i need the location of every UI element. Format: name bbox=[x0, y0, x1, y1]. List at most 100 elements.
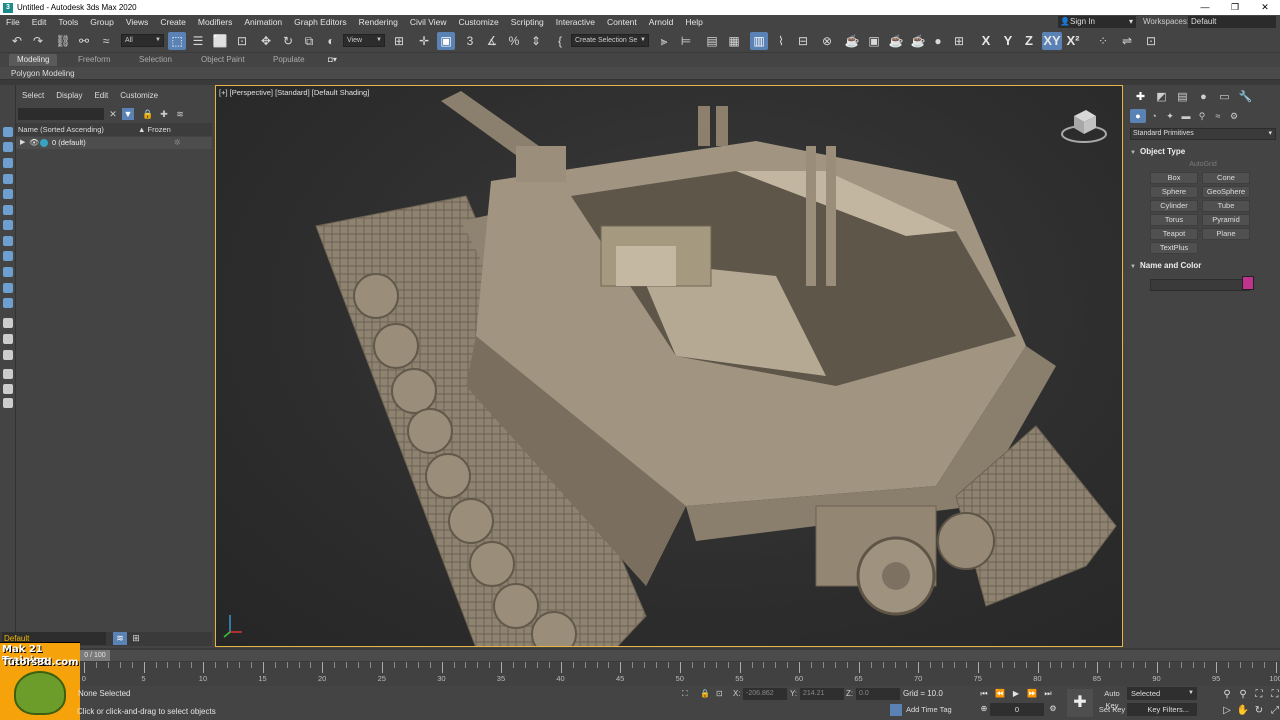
select-object-icon[interactable]: ⬚ bbox=[168, 32, 186, 50]
time-slider[interactable]: 0 / 100 bbox=[80, 650, 1280, 661]
toggle-ribbon-icon[interactable]: ▥ bbox=[750, 32, 768, 50]
zoom-extents-icon[interactable]: ⛶ bbox=[1252, 688, 1266, 702]
sphere-button[interactable]: Sphere bbox=[1150, 186, 1198, 198]
tab-selection[interactable]: Selection bbox=[131, 54, 180, 66]
shapes-icon[interactable]: ◔ bbox=[1146, 109, 1162, 123]
go-to-start-icon[interactable]: ⏮ bbox=[977, 688, 991, 700]
toggle-layer-explorer-icon[interactable]: ▦ bbox=[725, 32, 743, 50]
torus-button[interactable]: Torus bbox=[1150, 214, 1198, 226]
pyramid-button[interactable]: Pyramid bbox=[1202, 214, 1250, 226]
lights-icon[interactable]: ✦ bbox=[1162, 109, 1178, 123]
menu-interactive[interactable]: Interactive bbox=[550, 15, 601, 29]
redo-icon[interactable]: ↷ bbox=[29, 32, 47, 50]
menu-scripting[interactable]: Scripting bbox=[505, 15, 550, 29]
object-type-rollout[interactable]: ▼ Object Type bbox=[1130, 145, 1276, 158]
align-icon[interactable]: ⊨ bbox=[677, 32, 695, 50]
menu-modifiers[interactable]: Modifiers bbox=[192, 15, 238, 29]
move-icon[interactable]: ✥ bbox=[257, 32, 275, 50]
primitive-category-select[interactable]: Standard Primitives ▾ bbox=[1130, 128, 1276, 140]
textplus-button[interactable]: TextPlus bbox=[1150, 242, 1198, 254]
container-icon[interactable]: ⊡ bbox=[1142, 32, 1160, 50]
column-name[interactable]: Name (Sorted Ascending) bbox=[18, 123, 104, 136]
axis-constraint-xz[interactable]: X² bbox=[1064, 32, 1082, 50]
expand-icon[interactable]: ▶ bbox=[20, 137, 25, 149]
scene-search-input[interactable] bbox=[18, 108, 104, 120]
display-space-warps-icon[interactable] bbox=[3, 236, 13, 246]
z-coordinate-field[interactable]: 0.0 bbox=[856, 688, 900, 700]
freeze-icon[interactable]: ✲ bbox=[174, 137, 181, 149]
selection-lock-icon[interactable]: 🔒 bbox=[700, 689, 710, 698]
workspace-select[interactable]: Default bbox=[1188, 16, 1276, 28]
plane-button[interactable]: Plane bbox=[1202, 228, 1250, 240]
menu-content[interactable]: Content bbox=[601, 15, 643, 29]
menu-graph-editors[interactable]: Graph Editors bbox=[288, 15, 352, 29]
key-filters-button[interactable]: Key Filters... bbox=[1127, 703, 1197, 716]
add-layer-icon[interactable]: ✚ bbox=[158, 108, 170, 120]
name-color-rollout[interactable]: ▼ Name and Color bbox=[1130, 259, 1276, 272]
scene-menu-display[interactable]: Display bbox=[50, 89, 88, 103]
tube-button[interactable]: Tube bbox=[1202, 200, 1250, 212]
go-to-end-icon[interactable]: ⏭ bbox=[1041, 688, 1055, 700]
viewport-label[interactable]: [+] [Perspective] [Standard] [Default Sh… bbox=[219, 88, 369, 97]
scale-icon[interactable]: ⧉ bbox=[300, 32, 318, 50]
axis-constraint-y[interactable]: Y bbox=[999, 32, 1017, 50]
scene-explorer-icon[interactable]: ⊞ bbox=[129, 632, 143, 645]
angle-snap-icon[interactable]: ∡ bbox=[483, 32, 501, 50]
set-key-button[interactable]: Set Key bbox=[1097, 704, 1127, 716]
filter-icon[interactable] bbox=[3, 369, 13, 379]
unlink-icon[interactable]: ⚯ bbox=[75, 32, 93, 50]
grid-icon[interactable]: ⊞ bbox=[950, 32, 968, 50]
previous-frame-icon[interactable]: ⏪ bbox=[993, 688, 1007, 700]
box-button[interactable]: Box bbox=[1150, 172, 1198, 184]
current-frame-field[interactable]: 0 bbox=[990, 703, 1044, 716]
tab-freeform[interactable]: Freeform bbox=[70, 54, 118, 66]
menu-customize[interactable]: Customize bbox=[453, 15, 505, 29]
select-by-name-icon[interactable]: ☰ bbox=[189, 32, 207, 50]
tab-modeling[interactable]: Modeling bbox=[9, 54, 58, 66]
display-lights-icon[interactable] bbox=[3, 189, 13, 199]
pan-icon[interactable]: ✋ bbox=[1236, 704, 1250, 718]
display-frozen-icon[interactable] bbox=[3, 318, 13, 328]
display-tab-icon[interactable]: ▭ bbox=[1214, 89, 1235, 105]
perspective-viewport[interactable]: [+] [Perspective] [Standard] [Default Sh… bbox=[215, 85, 1123, 647]
menu-create[interactable]: Create bbox=[154, 15, 192, 29]
close-button[interactable]: ✕ bbox=[1250, 0, 1280, 15]
arnold-icon[interactable]: ● bbox=[929, 32, 947, 50]
selection-filter-select[interactable]: All ▼ bbox=[121, 34, 164, 47]
lock-icon[interactable] bbox=[3, 398, 13, 408]
close-icon[interactable]: ✕ bbox=[107, 108, 119, 120]
utilities-tab-icon[interactable]: 🔧 bbox=[1235, 89, 1256, 105]
pivot-center-icon[interactable]: ⊞ bbox=[390, 32, 408, 50]
keyboard-shortcut-override-icon[interactable]: ▣ bbox=[437, 32, 455, 50]
polygon-modeling-panel[interactable]: Polygon Modeling bbox=[11, 67, 75, 80]
rendered-frame-window-icon[interactable]: ▣ bbox=[865, 32, 883, 50]
display-shapes-icon[interactable] bbox=[3, 174, 13, 184]
key-mode-icon[interactable]: ⊕ bbox=[977, 703, 991, 715]
axis-constraint-x[interactable]: X bbox=[977, 32, 995, 50]
layers-icon[interactable]: ≋ bbox=[174, 108, 186, 120]
menu-group[interactable]: Group bbox=[84, 15, 120, 29]
menu-animation[interactable]: Animation bbox=[238, 15, 288, 29]
rotate-icon[interactable]: ↻ bbox=[279, 32, 297, 50]
helpers-icon[interactable]: ⚲ bbox=[1194, 109, 1210, 123]
snaps-toggle-icon[interactable]: 3 bbox=[461, 32, 479, 50]
render-setup-icon[interactable]: ☕ bbox=[843, 32, 861, 50]
absolute-mode-icon[interactable]: ⊡ bbox=[716, 689, 723, 698]
sign-in-dropdown[interactable]: 👤 Sign In ▾ bbox=[1058, 16, 1136, 28]
maximize-viewport-icon[interactable]: ⤢ bbox=[1268, 704, 1280, 718]
menu-edit[interactable]: Edit bbox=[26, 15, 53, 29]
y-coordinate-field[interactable]: 214.21 bbox=[800, 688, 844, 700]
display-helpers-icon[interactable] bbox=[3, 220, 13, 230]
menu-arnold[interactable]: Arnold bbox=[643, 15, 680, 29]
reference-coordinate-select[interactable]: View ▼ bbox=[343, 34, 385, 47]
edit-named-selection-icon[interactable]: { bbox=[551, 32, 569, 50]
link-icon[interactable]: ⛓ bbox=[54, 32, 72, 50]
table-row[interactable]: ▶ 👁 0 (default) ✲ bbox=[16, 137, 212, 149]
display-groups-icon[interactable] bbox=[3, 251, 13, 261]
minimize-button[interactable]: — bbox=[1190, 0, 1220, 15]
selection-region-icon[interactable]: ⬜ bbox=[211, 32, 229, 50]
zoom-icon[interactable]: ⚲ bbox=[1220, 688, 1234, 702]
menu-views[interactable]: Views bbox=[120, 15, 155, 29]
scene-menu-customize[interactable]: Customize bbox=[114, 89, 164, 103]
set-keys-icon[interactable]: ✚ bbox=[1067, 689, 1093, 717]
